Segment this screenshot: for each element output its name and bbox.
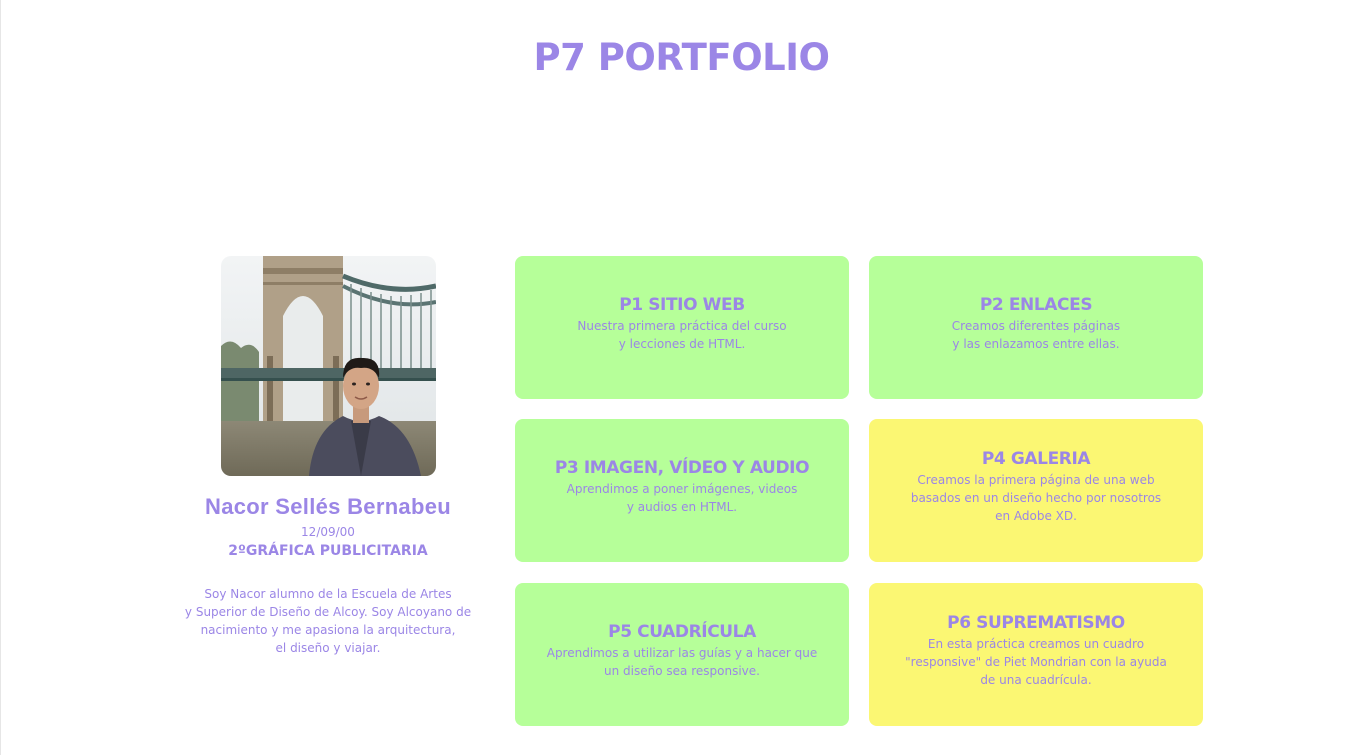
page-title: P7 PORTFOLIO xyxy=(533,36,830,79)
project-description-line: y las enlazamos entre ellas. xyxy=(952,336,1120,351)
project-card-p4[interactable]: P4 GALERIA Creamos la primera página de … xyxy=(869,419,1203,562)
project-description-line: y audios en HTML. xyxy=(626,499,738,514)
profile-name: Nacor Sellés Bernabeu xyxy=(205,494,451,519)
project-description-line: Creamos diferentes páginas xyxy=(951,318,1121,333)
project-description-line: Creamos la primera página de una web xyxy=(917,472,1155,487)
project-description-line: Nuestra primera práctica del curso xyxy=(577,318,787,333)
project-title: P1 SITIO WEB xyxy=(619,294,745,315)
project-title: P6 SUPREMATISMO xyxy=(947,612,1125,633)
project-description: Creamos diferentes páginas y las enlazam… xyxy=(952,317,1120,353)
page-left-border xyxy=(0,0,1,755)
project-title: P2 ENLACES xyxy=(979,294,1093,315)
project-description: En esta práctica creamos un cuadro "resp… xyxy=(905,635,1167,689)
project-title: P5 CUADRÍCULA xyxy=(608,621,756,642)
project-card-p1[interactable]: P1 SITIO WEB Nuestra primera práctica de… xyxy=(515,256,849,399)
project-card-p6[interactable]: P6 SUPREMATISMO En esta práctica creamos… xyxy=(869,583,1203,726)
project-description-line: un diseño sea responsive. xyxy=(604,663,760,678)
project-description-line: en Adobe XD. xyxy=(995,508,1077,523)
project-description: Aprendimos a utilizar las guías y a hace… xyxy=(547,644,818,680)
project-description-line: basados en un diseño hecho por nosotros xyxy=(910,490,1162,505)
bio-line: el diseño y viajar. xyxy=(275,641,381,655)
profile-photo xyxy=(220,256,436,476)
bio-line: nacimiento y me apasiona la arquitectura… xyxy=(200,623,456,637)
project-description-line: Aprendimos a poner imágenes, videos xyxy=(566,481,798,496)
project-description-line: y lecciones de HTML. xyxy=(618,336,746,351)
project-description: Nuestra primera práctica del curso y lec… xyxy=(577,317,786,353)
project-description: Aprendimos a poner imágenes, videos y au… xyxy=(567,480,798,516)
profile-date: 12/09/00 xyxy=(301,525,355,539)
project-description-line: de una cuadrícula. xyxy=(980,672,1092,687)
project-title: P4 GALERIA xyxy=(981,448,1091,469)
bio-line: Soy Nacor alumno de la Escuela de Artes xyxy=(204,587,452,601)
project-description-line: "responsive" de Piet Mondrian con la ayu… xyxy=(905,654,1167,669)
project-description: Creamos la primera página de una web bas… xyxy=(911,471,1161,525)
profile-course: 2ºGRÁFICA PUBLICITARIA xyxy=(228,543,428,559)
bio-line: y Superior de Diseño de Alcoy. Soy Alcoy… xyxy=(184,605,472,619)
project-title: P3 IMAGEN, VÍDEO Y AUDIO xyxy=(554,457,810,478)
profile-bio: Soy Nacor alumno de la Escuela de Artes … xyxy=(180,585,476,657)
project-card-p3[interactable]: P3 IMAGEN, VÍDEO Y AUDIO Aprendimos a po… xyxy=(515,419,849,562)
project-description-line: Aprendimos a utilizar las guías y a hace… xyxy=(546,645,818,660)
project-card-p5[interactable]: P5 CUADRÍCULA Aprendimos a utilizar las … xyxy=(515,583,849,726)
project-card-p2[interactable]: P2 ENLACES Creamos diferentes páginas y … xyxy=(869,256,1203,399)
profile-panel: Nacor Sellés Bernabeu 12/09/00 2ºGRÁFICA… xyxy=(180,256,476,657)
project-description-line: En esta práctica creamos un cuadro xyxy=(927,636,1145,651)
